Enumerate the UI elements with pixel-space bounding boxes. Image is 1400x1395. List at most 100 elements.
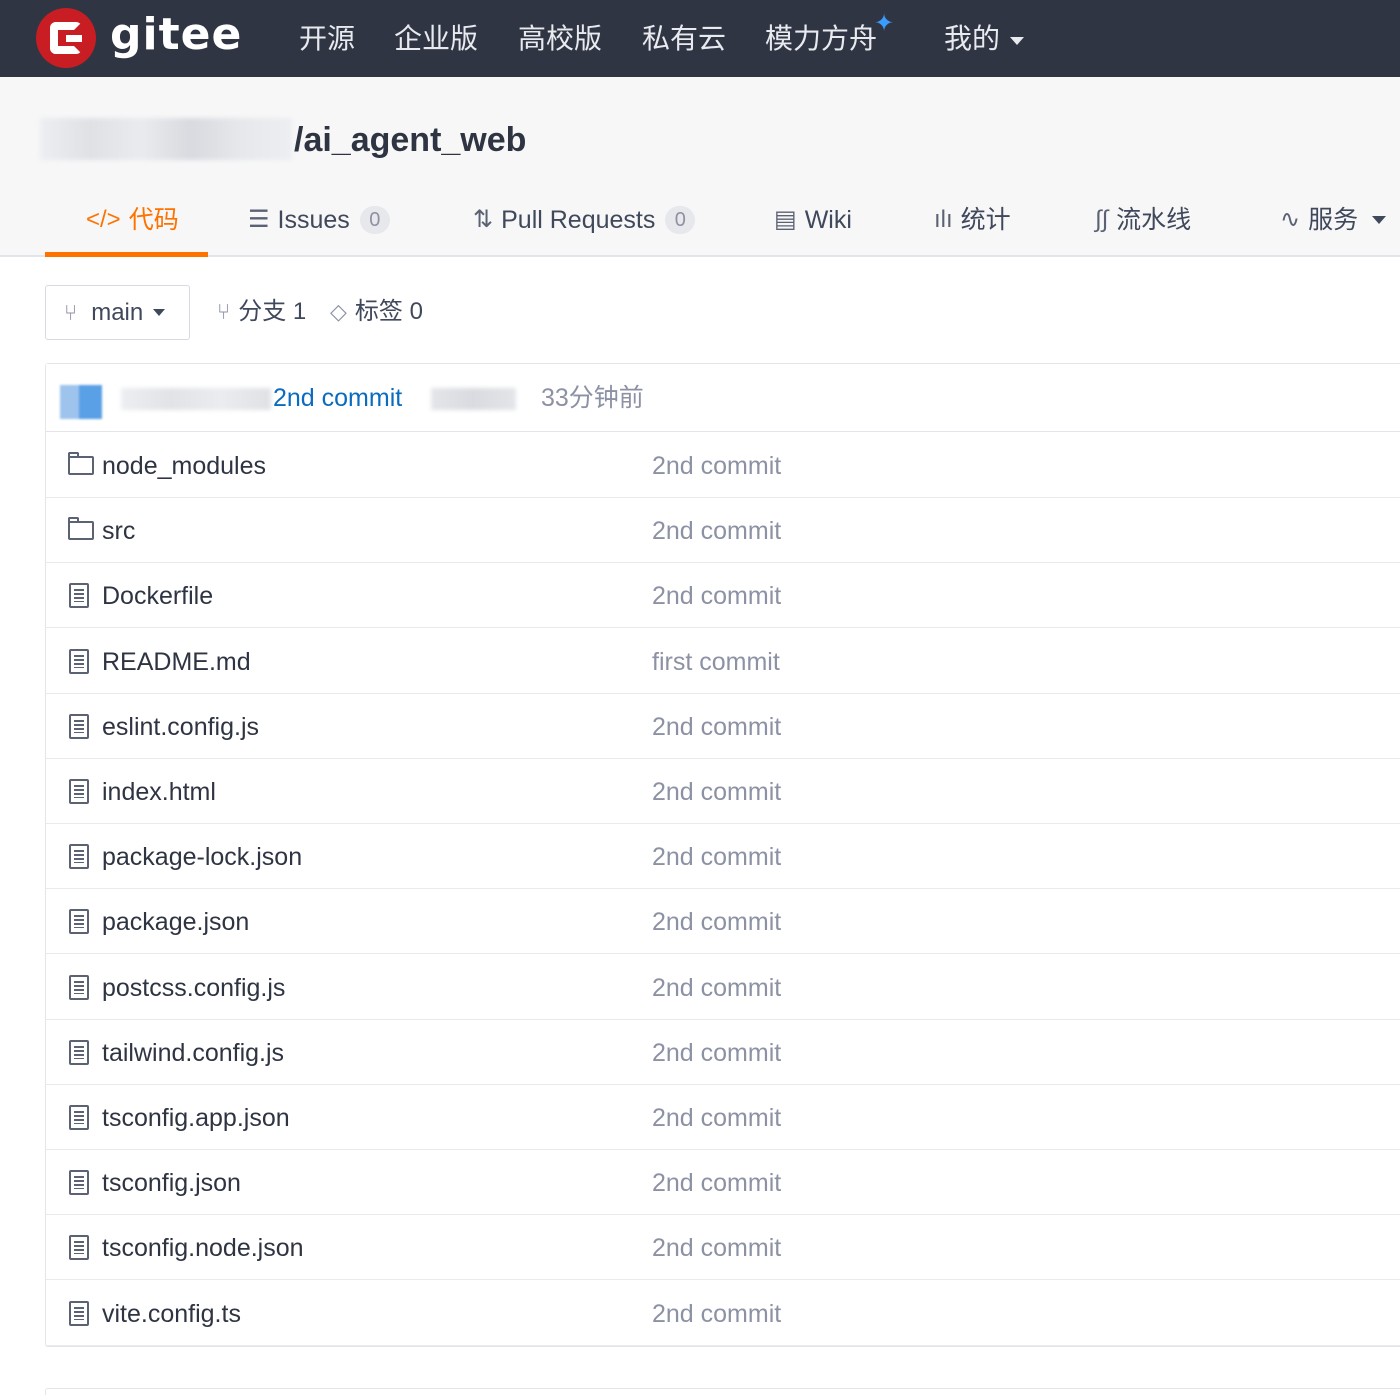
pipeline-icon: ∫∫	[1095, 206, 1109, 233]
file-icon-lines	[74, 1306, 84, 1320]
file-commit-message[interactable]: 2nd commit	[652, 774, 781, 810]
branches-icon: ⑂	[217, 299, 231, 324]
file-commit-message[interactable]: 2nd commit	[652, 1035, 781, 1071]
nav-ai-ark[interactable]: 模力方舟	[765, 20, 877, 58]
table-row[interactable]: postcss.config.js 2nd commit	[46, 955, 1400, 1020]
file-commit-message[interactable]: 2nd commit	[652, 904, 781, 940]
tab-pull-requests[interactable]: ⇅ Pull Requests 0	[473, 200, 696, 240]
table-row[interactable]: src 2nd commit	[46, 498, 1400, 564]
file-icon-lines	[74, 980, 84, 994]
file-icon-lines	[74, 1176, 84, 1190]
file-icon-lines	[74, 1111, 84, 1124]
file-icon-lines	[74, 915, 84, 929]
chevron-down-icon	[153, 309, 166, 316]
file-commit-message[interactable]: 2nd commit	[652, 1296, 781, 1332]
tab-services-label: 服务	[1308, 206, 1359, 234]
table-row[interactable]: package.json 2nd commit	[46, 889, 1400, 955]
table-row[interactable]: vite.config.ts 2nd commit	[46, 1281, 1400, 1346]
file-name-link[interactable]: README.md	[102, 644, 251, 680]
file-commit-message[interactable]: 2nd commit	[652, 970, 781, 1006]
file-name-link[interactable]: tsconfig.node.json	[102, 1230, 304, 1266]
bar-chart-icon: ılı	[934, 206, 953, 233]
file-icon-lines	[74, 654, 84, 668]
file-name-link[interactable]: vite.config.ts	[102, 1296, 241, 1332]
table-row[interactable]: tsconfig.json 2nd commit	[46, 1150, 1400, 1216]
avatar[interactable]	[60, 385, 102, 419]
nav-mine-dropdown[interactable]: 我的	[944, 20, 1025, 58]
latest-commit-bar: 2nd commit 33分钟前	[46, 364, 1400, 432]
branches-label: 分支 1	[238, 298, 307, 325]
file-name-link[interactable]: tailwind.config.js	[102, 1035, 284, 1071]
file-commit-message[interactable]: 2nd commit	[652, 709, 781, 745]
table-row[interactable]: node_modules 2nd commit	[46, 433, 1400, 498]
chevron-down-icon	[1372, 216, 1387, 224]
file-icon-lines	[74, 1241, 84, 1255]
tags-link[interactable]: ◇ 标签 0	[330, 293, 423, 331]
tab-wiki[interactable]: ▤ Wiki	[774, 200, 852, 240]
tab-issues[interactable]: ☰ Issues 0	[248, 200, 390, 240]
file-name-link[interactable]: tsconfig.json	[102, 1165, 241, 1201]
folder-icon	[68, 521, 94, 541]
tab-services-dropdown[interactable]: ∿ 服务	[1280, 200, 1387, 240]
file-name-link[interactable]: tsconfig.app.json	[102, 1100, 290, 1136]
file-tree: 2nd commit 33分钟前 node_modules 2nd commit s…	[45, 363, 1400, 1347]
table-row[interactable]: Dockerfile 2nd commit	[46, 563, 1400, 629]
top-navbar: gitee 开源 企业版 高校版 私有云 模力方舟 ✦ 我的	[0, 0, 1400, 77]
file-name-link[interactable]: package.json	[102, 904, 249, 940]
chevron-down-icon	[1010, 36, 1025, 45]
author-name-redacted[interactable]	[121, 388, 271, 410]
pull-request-icon: ⇅	[473, 206, 494, 233]
branch-current: main	[91, 298, 144, 326]
readme-box	[45, 1388, 1400, 1395]
code-icon: </>	[86, 206, 121, 233]
folder-icon	[68, 456, 94, 475]
file-commit-message[interactable]: 2nd commit	[652, 513, 781, 549]
file-name-link[interactable]: src	[102, 513, 135, 549]
file-commit-message[interactable]: 2nd commit	[652, 1230, 781, 1266]
repo-title[interactable]: /ai_agent_web	[294, 118, 526, 162]
tab-stats[interactable]: ılı 统计	[934, 200, 1011, 240]
file-commit-message[interactable]: 2nd commit	[652, 448, 781, 484]
latest-commit-message[interactable]: 2nd commit	[273, 380, 402, 416]
file-name-link[interactable]: Dockerfile	[102, 578, 213, 614]
tab-stats-label: 统计	[960, 206, 1011, 234]
table-row[interactable]: eslint.config.js 2nd commit	[46, 694, 1400, 759]
gitee-logo[interactable]: gitee	[36, 8, 242, 68]
file-commit-message[interactable]: 2nd commit	[652, 1165, 781, 1201]
file-name-link[interactable]: index.html	[102, 774, 216, 810]
tab-pipeline-label: 流水线	[1116, 206, 1192, 234]
issues-count-badge: 0	[359, 206, 390, 234]
nav-private-cloud[interactable]: 私有云	[642, 20, 726, 58]
file-commit-message[interactable]: 2nd commit	[652, 578, 781, 614]
nav-education[interactable]: 高校版	[518, 20, 602, 58]
table-row[interactable]: package-lock.json 2nd commit	[46, 824, 1400, 890]
table-row[interactable]: tsconfig.node.json 2nd commit	[46, 1215, 1400, 1281]
tab-pipeline[interactable]: ∫∫ 流水线	[1095, 200, 1191, 240]
tab-pulls-label: Pull Requests	[501, 206, 656, 234]
file-name-link[interactable]: eslint.config.js	[102, 709, 259, 745]
sparkle-icon: ✦	[874, 10, 895, 37]
tab-code[interactable]: </> 代码	[86, 200, 179, 240]
file-icon-lines	[74, 850, 84, 864]
owner-name-redacted[interactable]	[40, 118, 292, 160]
book-icon: ▤	[774, 206, 797, 233]
nav-opensource[interactable]: 开源	[299, 20, 355, 58]
commit-hash-redacted[interactable]	[431, 388, 516, 410]
pulls-count-badge: 0	[665, 206, 696, 234]
nav-enterprise[interactable]: 企业版	[394, 20, 478, 58]
table-row[interactable]: index.html 2nd commit	[46, 759, 1400, 824]
issues-icon: ☰	[248, 206, 270, 233]
table-row[interactable]: tailwind.config.js 2nd commit	[46, 1020, 1400, 1085]
file-commit-message[interactable]: first commit	[652, 644, 780, 680]
file-commit-message[interactable]: 2nd commit	[652, 839, 781, 875]
file-icon-lines	[74, 589, 84, 603]
branch-selector[interactable]: ⑂ main	[45, 285, 190, 340]
branches-link[interactable]: ⑂ 分支 1	[217, 293, 306, 331]
file-commit-message[interactable]: 2nd commit	[652, 1100, 781, 1136]
tab-issues-label: Issues	[277, 206, 350, 234]
table-row[interactable]: tsconfig.app.json 2nd commit	[46, 1085, 1400, 1150]
table-row[interactable]: README.md first commit	[46, 629, 1400, 694]
file-name-link[interactable]: package-lock.json	[102, 839, 302, 875]
file-name-link[interactable]: node_modules	[102, 448, 266, 484]
file-name-link[interactable]: postcss.config.js	[102, 970, 285, 1006]
